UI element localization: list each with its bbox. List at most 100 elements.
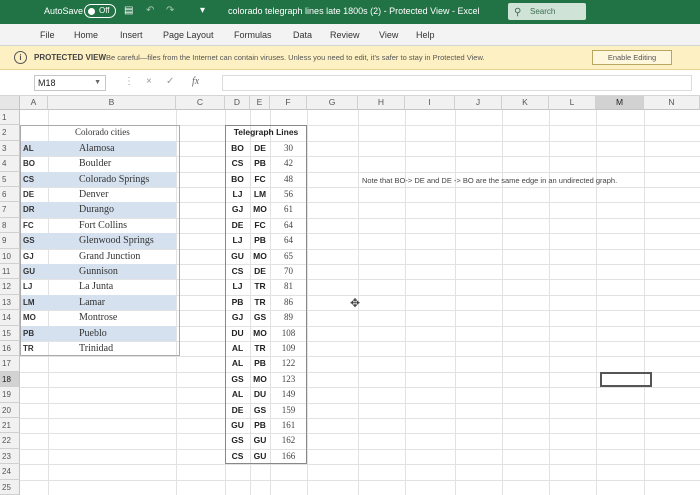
city-name: Lamar — [79, 296, 106, 308]
line-distance: 109 — [281, 343, 296, 353]
insert-function-icon[interactable]: fx — [192, 76, 199, 87]
line-to-city: DU — [253, 389, 267, 400]
row-header-20[interactable]: 20 — [0, 402, 20, 418]
row-header-23[interactable]: 23 — [0, 448, 20, 465]
city-name: Grand Junction — [79, 250, 141, 262]
enter-icon[interactable]: ✓ — [166, 76, 174, 87]
tab-view[interactable]: View — [379, 30, 398, 40]
line-to-city: PB — [254, 158, 266, 169]
city-code: TR — [23, 344, 34, 353]
document-title: colorado telegraph lines late 1800s (2) … — [228, 6, 480, 16]
column-header-l[interactable]: L — [549, 96, 596, 110]
undo-icon[interactable]: ↶ — [146, 5, 154, 16]
column-header-f[interactable]: F — [270, 96, 307, 110]
column-header-e[interactable]: E — [250, 96, 270, 110]
redo-icon[interactable]: ↷ — [166, 5, 174, 16]
customize-toolbar-icon[interactable]: ▾ — [200, 5, 205, 16]
line-from-city: LJ — [232, 235, 243, 246]
line-from-city: BO — [231, 142, 244, 153]
row-header-14[interactable]: 14 — [0, 310, 20, 326]
tab-home[interactable]: Home — [74, 30, 98, 40]
row-header-2[interactable]: 2 — [0, 125, 20, 141]
city-name: Montrose — [79, 312, 118, 324]
row-header-17[interactable]: 17 — [0, 356, 20, 372]
line-distance: 166 — [281, 450, 296, 461]
column-header-h[interactable]: H — [358, 96, 405, 110]
line-distance: 108 — [281, 327, 296, 338]
row-header-10[interactable]: 10 — [0, 248, 20, 264]
row-header-11[interactable]: 11 — [0, 264, 20, 280]
line-to-city: GU — [253, 450, 267, 461]
column-header-g[interactable]: G — [307, 96, 358, 110]
row-header-24[interactable]: 24 — [0, 464, 20, 480]
autosave-toggle[interactable]: Off — [84, 4, 116, 18]
row-header-4[interactable]: 4 — [0, 156, 20, 172]
city-code: BO — [23, 159, 35, 169]
line-distance: 123 — [281, 373, 296, 384]
line-from-city: AL — [231, 389, 244, 400]
gridline-vertical — [596, 110, 597, 495]
row-header-6[interactable]: 6 — [0, 187, 20, 203]
row-header-9[interactable]: 9 — [0, 233, 20, 249]
line-from-city: CS — [231, 266, 244, 276]
line-from-city: AL — [231, 358, 244, 369]
select-all-corner[interactable] — [0, 96, 20, 110]
column-header-n[interactable]: N — [644, 96, 700, 110]
line-to-city: MO — [253, 250, 267, 261]
row-header-7[interactable]: 7 — [0, 202, 20, 218]
city-code: FC — [23, 220, 34, 230]
row-header-22[interactable]: 22 — [0, 433, 20, 449]
column-header-b[interactable]: B — [48, 96, 176, 110]
column-header-c[interactable]: C — [176, 96, 225, 110]
tab-help[interactable]: Help — [416, 30, 435, 40]
column-header-a[interactable]: A — [20, 96, 48, 110]
row-header-18[interactable]: 18 — [0, 371, 20, 388]
search-placeholder: Search — [530, 7, 556, 16]
row-header-25[interactable]: 25 — [0, 479, 20, 495]
tab-page-layout[interactable]: Page Layout — [163, 30, 214, 40]
column-header-j[interactable]: J — [455, 96, 502, 110]
line-distance: 159 — [281, 404, 296, 415]
spreadsheet-grid[interactable]: A B C D E F G H I J K L M N 1 2 3 4 5 6 7 8 9 10 11 12 13 14 15 16 17 1… — [0, 96, 700, 495]
tab-review[interactable]: Review — [330, 30, 360, 40]
column-header-i[interactable]: I — [405, 96, 455, 110]
telegraph-header: Telegraph Lines — [233, 127, 299, 138]
line-from-city: LJ — [232, 189, 243, 199]
row-header-5[interactable]: 5 — [0, 171, 20, 187]
tab-data[interactable]: Data — [293, 30, 312, 40]
tab-formulas[interactable]: Formulas — [234, 30, 272, 40]
row-header-12[interactable]: 12 — [0, 279, 20, 295]
city-name: Trinidad — [79, 343, 114, 354]
search-box[interactable]: ⚲ Search — [508, 3, 586, 20]
line-from-city: CS — [231, 158, 244, 169]
row-header-3[interactable]: 3 — [0, 140, 20, 157]
column-header-m[interactable]: M — [596, 96, 644, 110]
line-from-city: PB — [231, 296, 244, 307]
column-header-k[interactable]: K — [502, 96, 549, 110]
city-code: PB — [23, 328, 35, 338]
row-header-8[interactable]: 8 — [0, 217, 20, 234]
row-header-1[interactable]: 1 — [0, 110, 20, 126]
cancel-icon[interactable]: × — [146, 76, 152, 87]
active-cell[interactable] — [600, 371, 652, 388]
line-from-city: AL — [231, 343, 244, 353]
line-distance: 70 — [284, 266, 293, 276]
row-header-15[interactable]: 15 — [0, 325, 20, 341]
line-distance: 30 — [284, 142, 293, 153]
chevron-down-icon[interactable]: ▼ — [94, 76, 101, 90]
row-header-21[interactable]: 21 — [0, 418, 20, 434]
row-header-13[interactable]: 13 — [0, 294, 20, 311]
name-box[interactable]: M18 ▼ — [34, 75, 106, 91]
city-name: Colorado Springs — [79, 173, 150, 185]
row-header-19[interactable]: 19 — [0, 387, 20, 403]
row-header-16[interactable]: 16 — [0, 341, 20, 357]
city-name: Boulder — [79, 158, 112, 170]
formula-input[interactable] — [222, 75, 692, 91]
tab-file[interactable]: File — [40, 30, 55, 40]
save-icon[interactable]: ▤ — [124, 5, 133, 16]
gridline-vertical — [502, 110, 503, 495]
column-header-d[interactable]: D — [225, 96, 250, 110]
tab-insert[interactable]: Insert — [120, 30, 143, 40]
enable-editing-button[interactable]: Enable Editing — [592, 50, 672, 65]
line-distance: 42 — [284, 158, 293, 169]
